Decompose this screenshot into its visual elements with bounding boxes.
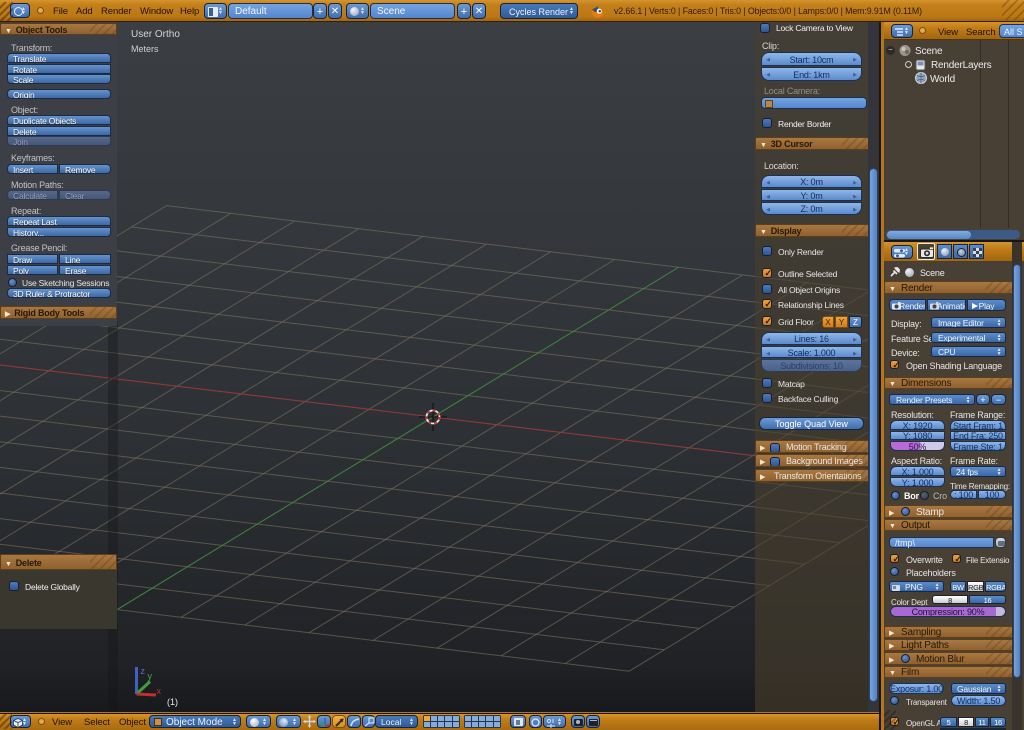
svg-text:z: z bbox=[141, 666, 146, 676]
svg-text:x: x bbox=[157, 686, 162, 696]
svg-text:y: y bbox=[148, 671, 153, 681]
